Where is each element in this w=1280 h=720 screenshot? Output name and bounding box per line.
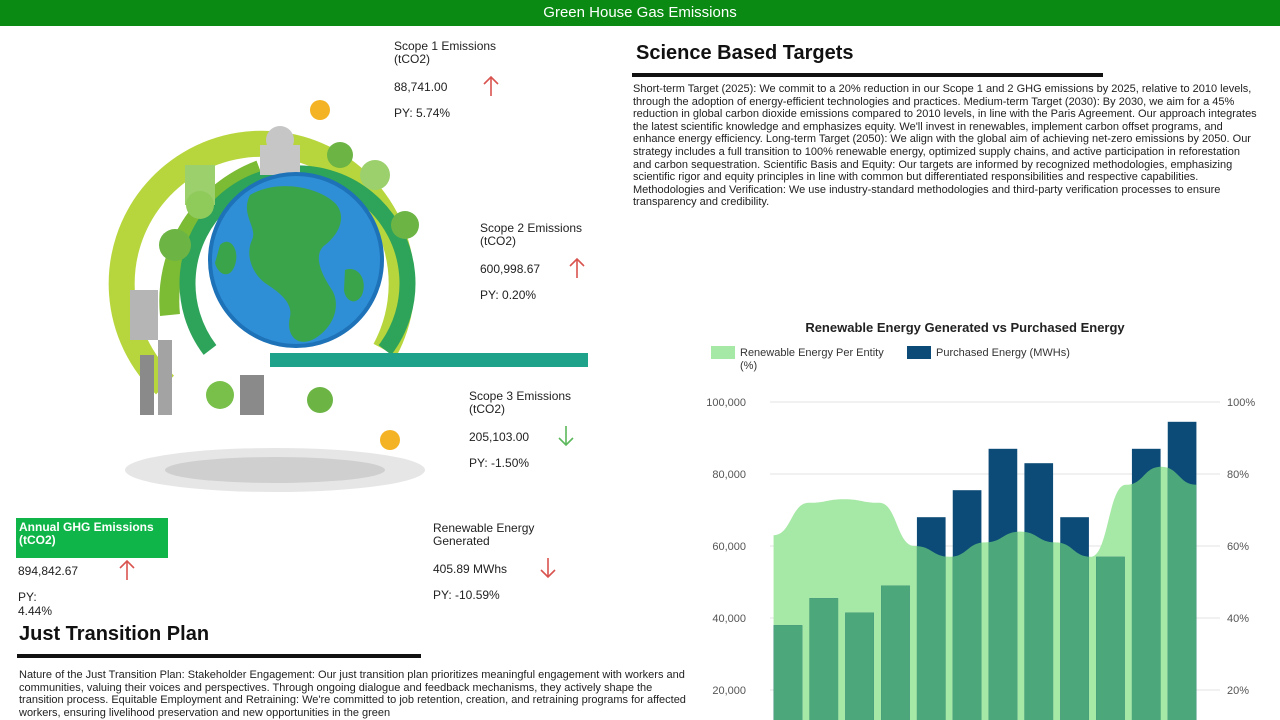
scope3-py: PY: -1.50%: [469, 456, 530, 470]
scope2-py: PY: 0.20%: [480, 288, 537, 302]
y-right-tick-label: 20%: [1227, 685, 1249, 697]
arrow-up-icon: [483, 75, 499, 96]
y-left-tick-label: 20,000: [712, 685, 746, 697]
scope2-value: 600,998.67: [480, 262, 541, 276]
legend-label-purchased: Purchased Energy (MWHs): [936, 347, 1070, 359]
renewable-value: 405.89 MWhs: [433, 562, 508, 576]
y-left-tick-label: 40,000: [712, 613, 746, 625]
arrow-up-icon: [119, 559, 135, 580]
legend-swatch-purchased: [907, 346, 931, 359]
scope3-value: 205,103.00: [469, 430, 530, 444]
bar-area-overlap: [845, 612, 874, 720]
jtp-body: Nature of the Just Transition Plan: Stak…: [19, 669, 686, 719]
annual-ghg-label: Annual GHG Emissions (tCO2): [16, 518, 168, 558]
renewable-label: Renewable Energy Generated: [433, 521, 535, 548]
renewable-metric: Renewable Energy Generated 405.89 MWhs P…: [433, 521, 563, 602]
annual-ghg-py: PY: 4.44%: [18, 590, 53, 618]
sbt-divider: [632, 73, 1103, 77]
arrow-down-icon: [558, 426, 574, 447]
y-left-tick-label: 60,000: [712, 541, 746, 553]
bar-area-overlap: [1096, 556, 1125, 720]
arrow-up-icon: [569, 257, 585, 278]
jtp-heading: Just Transition Plan: [19, 623, 210, 645]
legend-label-renewable: Renewable Energy Per Entity (%): [740, 347, 884, 372]
scope2-metric: Scope 2 Emissions (tCO2) 600,998.67 PY: …: [480, 221, 610, 302]
scope1-label: Scope 1 Emissions (tCO2): [394, 39, 497, 66]
scope1-value: 88,741.00: [394, 80, 448, 94]
page-header: Green House Gas Emissions: [0, 0, 1280, 26]
scope3-label: Scope 3 Emissions (tCO2): [469, 389, 572, 416]
sbt-body: Short-term Target (2025): We commit to a…: [633, 83, 1257, 209]
legend-swatch-renewable: [711, 346, 735, 359]
chart-title: Renewable Energy Generated vs Purchased …: [805, 320, 1125, 335]
scope3-metric: Scope 3 Emissions (tCO2) 205,103.00 PY: …: [469, 389, 599, 470]
scope2-label: Scope 2 Emissions (tCO2): [480, 221, 583, 248]
sbt-heading: Science Based Targets: [636, 42, 854, 64]
energy-chart: 100,000 100% 80,000 80% 60,000 60% 40,000 40% 20…: [706, 397, 1255, 720]
bar-area-overlap: [881, 585, 910, 720]
y-right-tick-label: 80%: [1227, 469, 1249, 481]
y-right-tick-label: 100%: [1227, 397, 1255, 409]
y-left-tick-label: 100,000: [706, 397, 746, 409]
renewable-py: PY: -10.59%: [433, 588, 500, 602]
bar-area-overlap: [809, 598, 839, 720]
annual-ghg-value: 894,842.67: [18, 564, 79, 578]
scope1-py: PY: 5.74%: [394, 106, 451, 120]
bar-area-overlap: [1131, 466, 1161, 720]
bar-area-overlap: [773, 625, 803, 720]
y-left-tick-label: 80,000: [712, 469, 746, 481]
y-right-tick-label: 60%: [1227, 541, 1249, 553]
y-right-tick-label: 40%: [1227, 613, 1249, 625]
jtp-divider: [17, 654, 421, 658]
arrow-down-icon: [540, 558, 556, 579]
scope1-metric: Scope 1 Emissions (tCO2) 88,741.00 PY: 5…: [394, 39, 524, 120]
